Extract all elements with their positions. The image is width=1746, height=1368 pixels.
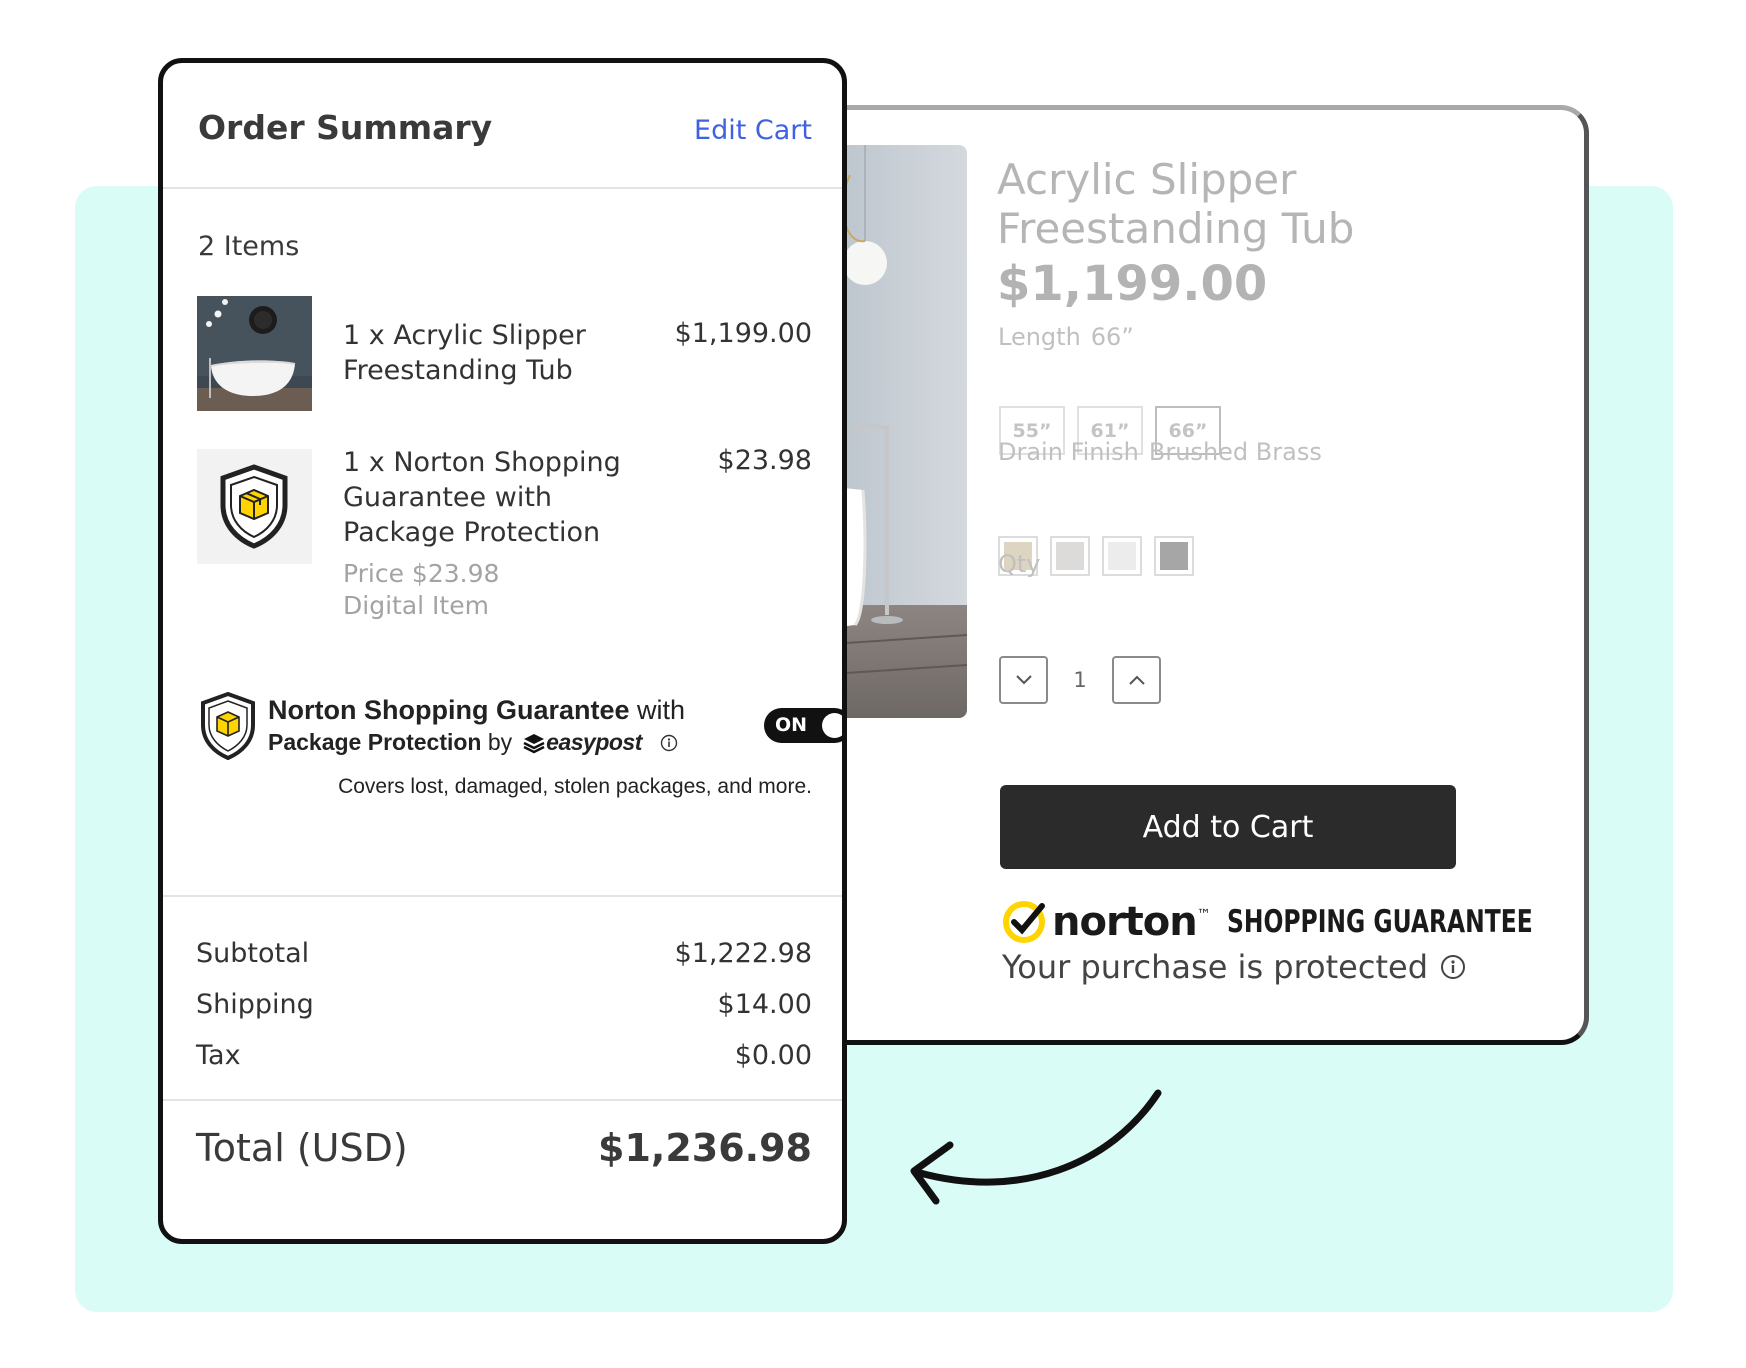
- tax-row: Tax $0.00: [196, 1040, 812, 1071]
- swatch-polished-chrome[interactable]: [1050, 536, 1090, 576]
- drain-finish-option-label: Drain Finish Brushed Brass: [998, 438, 1322, 466]
- qty-decrease-button[interactable]: [999, 656, 1048, 704]
- norton-tagline: SHOPPING GUARANTEE: [1226, 904, 1533, 940]
- guarantee-with: with: [629, 695, 686, 725]
- subtotal-label: Subtotal: [196, 938, 310, 969]
- shipping-row: Shipping $14.00: [196, 989, 812, 1020]
- item-meta-price: Price $23.98: [343, 559, 500, 588]
- package-protection-row: Norton Shopping Guarantee with Package P…: [198, 691, 842, 771]
- edit-cart-link[interactable]: Edit Cart: [694, 115, 812, 146]
- swatch-nickel[interactable]: [1154, 536, 1194, 576]
- guarantee-coverage-text: Covers lost, damaged, stolen packages, a…: [338, 775, 812, 798]
- qty-stepper: 1: [999, 656, 1161, 704]
- shield-package-icon: [201, 691, 255, 761]
- product-price: $1,199.00: [997, 256, 1268, 312]
- total-row: Total (USD) $1,236.98: [196, 1126, 812, 1170]
- divider: [163, 895, 842, 897]
- norton-check-icon: [1003, 901, 1045, 943]
- shipping-value: $14.00: [717, 989, 812, 1020]
- package-protection-label: Package Protection: [268, 729, 482, 755]
- purchase-protected-note: Your purchase is protected: [1002, 948, 1466, 986]
- norton-shopping-guarantee-logo: norton ™ SHOPPING GUARANTEE: [1002, 899, 1584, 945]
- subtotal-value: $1,222.98: [674, 938, 812, 969]
- package-protection-toggle[interactable]: ON: [764, 708, 842, 743]
- item-name-norton: 1 x Norton Shopping Guarantee with Packa…: [343, 447, 621, 548]
- length-selected-value: 66”: [1090, 323, 1134, 351]
- length-label: Length: [998, 323, 1081, 351]
- items-count: 2 Items: [198, 231, 300, 262]
- guarantee-name: Norton Shopping Guarantee: [268, 695, 630, 725]
- shield-package-icon: [220, 464, 288, 549]
- norton-thumbnail: [197, 449, 312, 564]
- tax-label: Tax: [196, 1040, 241, 1071]
- subtotal-row: Subtotal $1,222.98: [196, 938, 812, 969]
- total-label: Total (USD): [196, 1126, 408, 1170]
- toggle-state-label: ON: [775, 714, 808, 736]
- chevron-down-icon: [1015, 675, 1032, 685]
- shipping-label: Shipping: [196, 989, 314, 1020]
- guarantee-line-2: Package Protection by easypost: [268, 729, 678, 756]
- tub-thumbnail: [197, 296, 312, 411]
- toggle-knob: [822, 713, 842, 738]
- easypost-logo: easypost: [522, 729, 642, 756]
- total-value: $1,236.98: [598, 1126, 812, 1170]
- info-icon[interactable]: [1440, 954, 1466, 980]
- order-summary-card: Order Summary Edit Cart 2 Items 1 x Acry…: [158, 58, 847, 1244]
- item-meta-type: Digital Item: [343, 591, 489, 620]
- item-price-norton: $23.98: [717, 445, 812, 476]
- divider: [163, 187, 842, 189]
- item-name-tub: 1 x Acrylic Slipper Freestanding Tub: [343, 320, 586, 386]
- qty-value[interactable]: 1: [1048, 668, 1112, 692]
- tax-value: $0.00: [734, 1040, 812, 1071]
- divider: [163, 1099, 842, 1101]
- info-icon[interactable]: [660, 734, 678, 752]
- drain-finish-label: Drain Finish: [998, 438, 1139, 466]
- drain-finish-selected-value: Brushed Brass: [1148, 438, 1322, 466]
- product-card: Acrylic Slipper Freestanding Tub $1,199.…: [790, 105, 1589, 1045]
- guarantee-line-1: Norton Shopping Guarantee with: [268, 695, 685, 726]
- swatch-white[interactable]: [1102, 536, 1142, 576]
- item-price-tub: $1,199.00: [674, 318, 812, 349]
- norton-brand: norton: [1052, 899, 1198, 945]
- add-to-cart-button[interactable]: Add to Cart: [1000, 785, 1456, 869]
- qty-label: Qty: [998, 550, 1041, 578]
- chevron-up-icon: [1128, 675, 1145, 685]
- easypost-wordmark: easypost: [546, 729, 642, 755]
- norton-trademark: ™: [1196, 907, 1211, 923]
- purchase-protected-text: Your purchase is protected: [1002, 948, 1428, 986]
- product-title: Acrylic Slipper Freestanding Tub: [997, 155, 1355, 253]
- qty-increase-button[interactable]: [1112, 656, 1161, 704]
- easypost-layers-icon: [523, 733, 545, 753]
- length-option-label: Length 66”: [998, 323, 1134, 351]
- curved-arrow-icon: [910, 1089, 1162, 1205]
- order-summary-title: Order Summary: [198, 108, 493, 147]
- guarantee-by: by: [481, 729, 513, 755]
